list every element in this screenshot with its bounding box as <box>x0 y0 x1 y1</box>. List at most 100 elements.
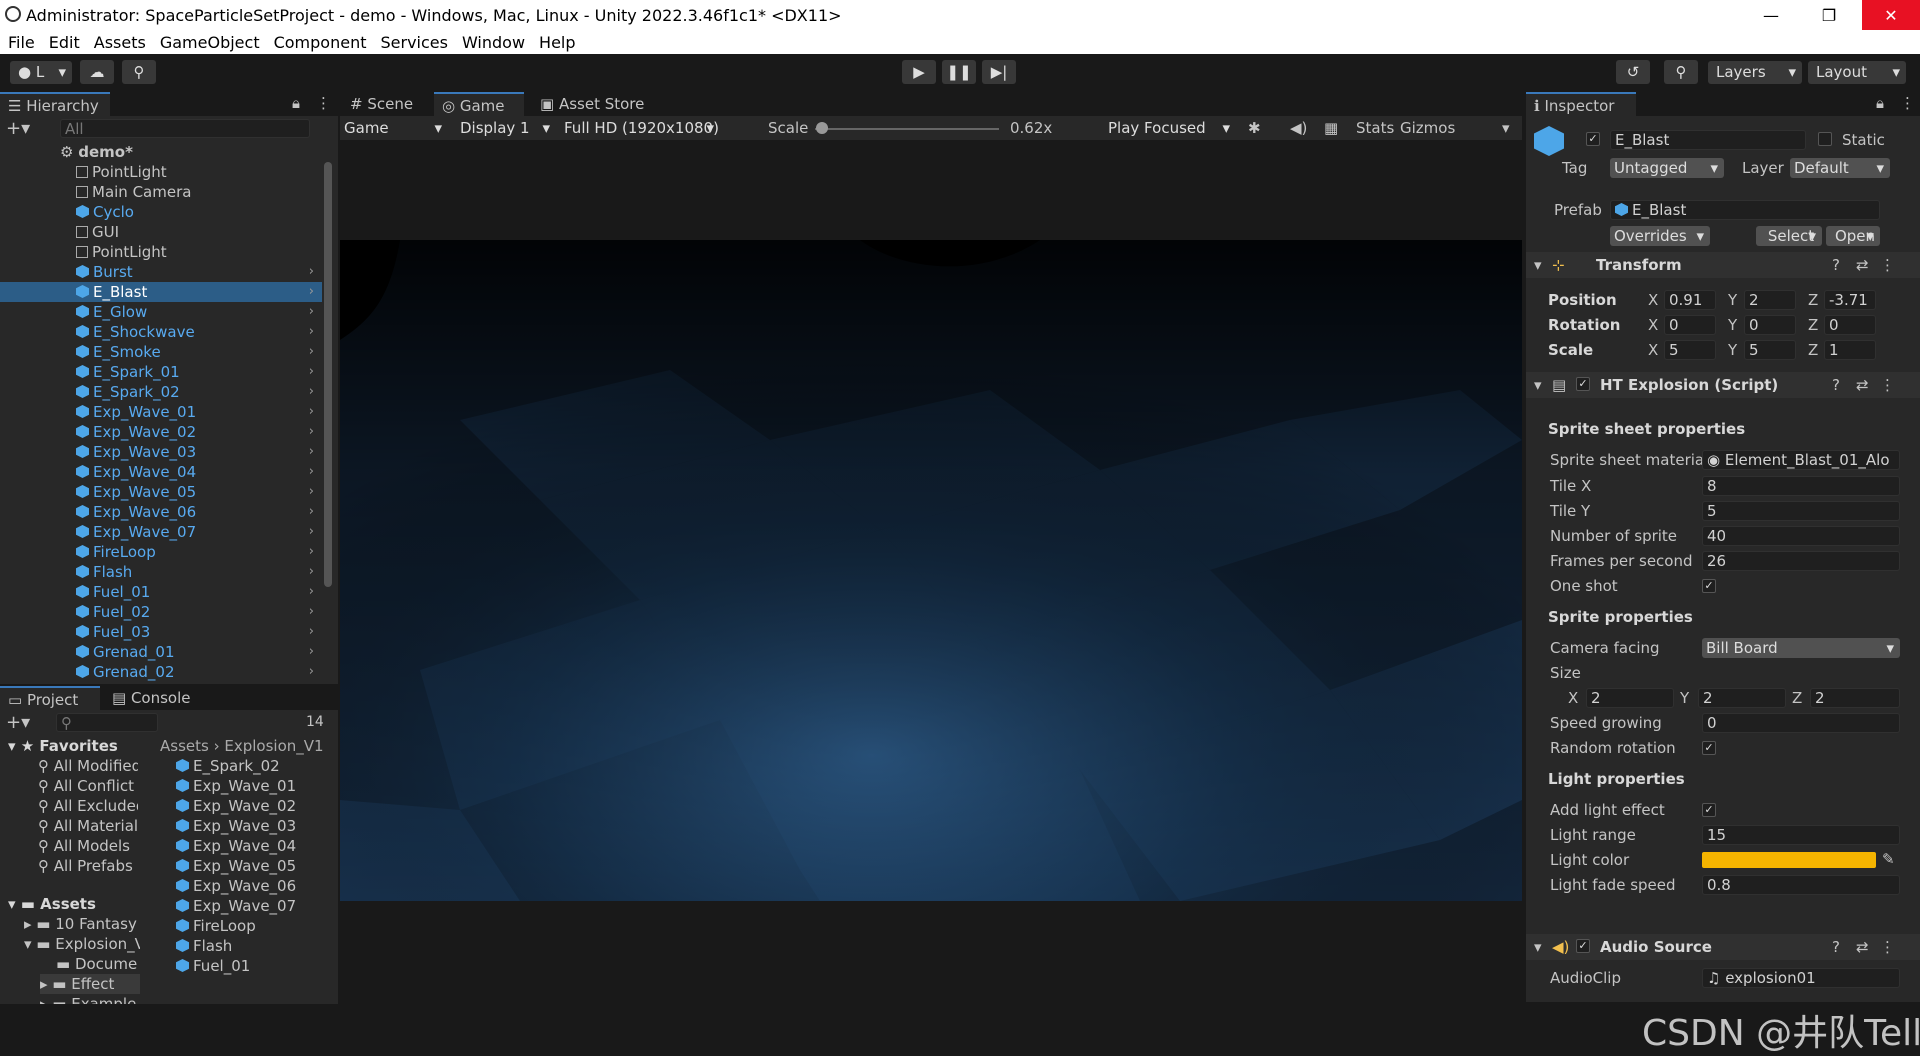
scale-y-axis-label[interactable]: Y <box>1728 340 1737 360</box>
size-x-field[interactable]: 2 <box>1586 688 1674 708</box>
expand-prefab-icon[interactable]: › <box>309 602 314 622</box>
fps-field[interactable]: 26 <box>1702 551 1900 571</box>
asset-file[interactable]: Exp_Wave_07 <box>176 896 316 916</box>
tab-inspector[interactable]: ℹ Inspector <box>1526 92 1636 116</box>
audio-foldout-icon[interactable]: ▾ <box>1534 937 1542 957</box>
tag-dropdown[interactable]: Untagged <box>1610 158 1724 178</box>
position-z-field[interactable]: -3.71 <box>1824 290 1876 310</box>
scene-row[interactable]: ⚙ demo* <box>60 142 330 162</box>
script-help-icon[interactable]: ? <box>1832 375 1840 395</box>
favorite-item[interactable]: ⚲ All Modified <box>38 756 138 776</box>
expand-prefab-icon[interactable]: › <box>309 482 314 502</box>
add-light-checkbox[interactable]: ✓ <box>1702 803 1716 817</box>
hierarchy-item[interactable]: E_Shockwave › <box>0 322 322 342</box>
expand-prefab-icon[interactable]: › <box>309 662 314 682</box>
expand-prefab-icon[interactable]: › <box>309 462 314 482</box>
menu-services[interactable]: Services <box>380 33 447 52</box>
hierarchy-item[interactable]: E_Spark_01 › <box>0 362 322 382</box>
game-mode-dropdown[interactable]: Game <box>340 118 448 138</box>
hierarchy-item[interactable]: GUI <box>0 222 322 242</box>
hierarchy-item[interactable]: PointLight <box>0 242 322 262</box>
tab-asset-store[interactable]: ▣ Asset Store <box>532 92 652 116</box>
speed-growing-field[interactable]: 0 <box>1702 713 1900 733</box>
hierarchy-item[interactable]: Grenad_01 › <box>0 642 322 662</box>
account-dropdown[interactable]: ● L <box>10 61 72 84</box>
asset-file[interactable]: Fuel_01 <box>176 956 316 976</box>
more-icon[interactable]: ⋮ <box>316 94 331 112</box>
rotation-z-axis-label[interactable]: Z <box>1808 315 1818 335</box>
size-y-field[interactable]: 2 <box>1698 688 1786 708</box>
overrides-dropdown[interactable]: Overrides <box>1610 226 1710 246</box>
menu-assets[interactable]: Assets <box>94 33 146 52</box>
size-z-field[interactable]: 2 <box>1810 688 1900 708</box>
breadcrumb-folder[interactable]: Explosion_V1 <box>224 737 323 755</box>
rotation-z-field[interactable]: 0 <box>1824 315 1876 335</box>
asset-file[interactable]: E_Spark_02 <box>176 756 316 776</box>
asset-file[interactable]: FireLoop <box>176 916 316 936</box>
breadcrumb-assets[interactable]: Assets <box>160 737 209 755</box>
display-dropdown[interactable]: Display 1 <box>456 118 556 138</box>
tab-hierarchy[interactable]: ☰ Hierarchy <box>0 92 110 116</box>
open-button[interactable]: Open <box>1826 226 1880 246</box>
num-sprite-field[interactable]: 40 <box>1702 526 1900 546</box>
tile-y-field[interactable]: 5 <box>1702 501 1900 521</box>
lock-icon[interactable]: 🔒︎ <box>292 94 300 112</box>
add-asset-icon[interactable]: +▾ <box>6 712 30 733</box>
hierarchy-item[interactable]: PointLight <box>0 162 322 182</box>
rotation-x-axis-label[interactable]: X <box>1648 315 1658 335</box>
favorite-item[interactable]: ⚲ All Prefabs <box>38 856 138 876</box>
scale-slider-handle[interactable] <box>816 122 828 134</box>
menu-window[interactable]: Window <box>462 33 525 52</box>
favorite-item[interactable]: ⚲ All Materials <box>38 816 138 836</box>
asset-file[interactable]: Exp_Wave_02 <box>176 796 316 816</box>
position-x-axis-label[interactable]: X <box>1648 290 1658 310</box>
script-enabled-checkbox[interactable]: ✓ <box>1576 377 1590 391</box>
expand-prefab-icon[interactable]: › <box>309 422 314 442</box>
asset-file[interactable]: Exp_Wave_01 <box>176 776 316 796</box>
expand-prefab-icon[interactable]: › <box>309 502 314 522</box>
position-y-axis-label[interactable]: Y <box>1728 290 1737 310</box>
audioclip-field[interactable]: ♫ explosion01 <box>1702 968 1900 988</box>
tab-project[interactable]: ▭ Project <box>0 686 100 710</box>
scale-x-field[interactable]: 5 <box>1664 340 1716 360</box>
expand-prefab-icon[interactable]: › <box>309 302 314 322</box>
hierarchy-item[interactable]: Exp_Wave_07 › <box>0 522 322 542</box>
object-name-field[interactable]: E_Blast <box>1610 130 1806 150</box>
play-focused-dropdown[interactable]: Play Focused <box>1104 118 1236 138</box>
menu-gameobject[interactable]: GameObject <box>160 33 260 52</box>
expand-prefab-icon[interactable]: › <box>309 542 314 562</box>
folder-item[interactable]: ▾ ▬ Explosion_V <box>24 934 140 954</box>
expand-prefab-icon[interactable]: › <box>309 562 314 582</box>
inspector-more-icon[interactable]: ⋮ <box>1900 94 1915 112</box>
expand-prefab-icon[interactable]: › <box>309 282 314 302</box>
script-menu-icon[interactable]: ⋮ <box>1880 375 1895 395</box>
maximize-button[interactable]: ❐ <box>1800 0 1858 30</box>
expand-prefab-icon[interactable]: › <box>309 322 314 342</box>
tab-game[interactable]: ◎ Game <box>434 92 524 116</box>
expand-prefab-icon[interactable]: › <box>309 442 314 462</box>
audio-presets-icon[interactable]: ⇄ <box>1856 937 1869 957</box>
expand-prefab-icon[interactable]: › <box>309 382 314 402</box>
asset-file[interactable]: Exp_Wave_03 <box>176 816 316 836</box>
menu-file[interactable]: File <box>8 33 35 52</box>
hierarchy-item[interactable]: E_Blast › <box>0 282 322 302</box>
expand-prefab-icon[interactable]: › <box>309 402 314 422</box>
light-range-field[interactable]: 15 <box>1702 825 1900 845</box>
hierarchy-item[interactable]: Exp_Wave_03 › <box>0 442 322 462</box>
scale-z-field[interactable]: 1 <box>1824 340 1876 360</box>
gizmos-button[interactable]: Gizmos <box>1400 118 1455 138</box>
random-rotation-checkbox[interactable]: ✓ <box>1702 741 1716 755</box>
audio-source-header[interactable]: ▾ ◀) ✓ Audio Source ? ⇄ ⋮ <box>1526 934 1920 960</box>
light-color-swatch[interactable] <box>1702 852 1876 868</box>
component-menu-icon[interactable]: ⋮ <box>1880 255 1895 275</box>
hierarchy-item[interactable]: Exp_Wave_04 › <box>0 462 322 482</box>
asset-file[interactable]: Flash <box>176 936 316 956</box>
menu-edit[interactable]: Edit <box>49 33 80 52</box>
history-icon[interactable]: ↺ <box>1616 60 1650 84</box>
script-presets-icon[interactable]: ⇄ <box>1856 375 1869 395</box>
hierarchy-item[interactable]: Burst › <box>0 262 322 282</box>
hierarchy-item[interactable]: Exp_Wave_01 › <box>0 402 322 422</box>
menu-component[interactable]: Component <box>274 33 367 52</box>
folder-item[interactable]: ▸ ▬ Effect <box>40 974 140 994</box>
hierarchy-item[interactable]: Grenad_02 › <box>0 662 322 682</box>
